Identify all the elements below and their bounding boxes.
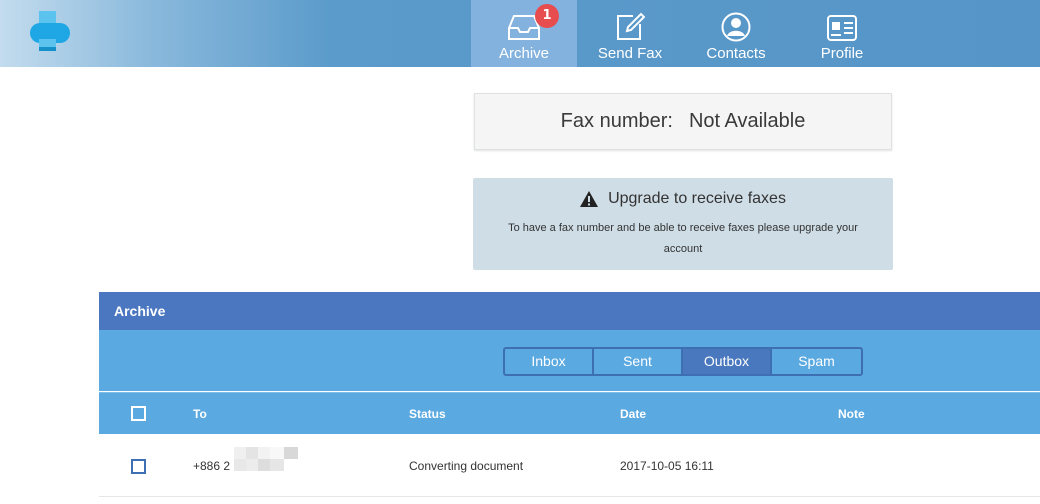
row-select-checkbox[interactable] — [131, 459, 146, 474]
unread-count-badge: 1 — [535, 4, 559, 28]
user-icon — [721, 8, 751, 42]
filter-sent-button[interactable]: Sent — [594, 349, 683, 374]
nav-contacts[interactable]: Contacts — [683, 0, 789, 67]
nav-archive[interactable]: Archive 1 — [471, 0, 577, 67]
id-card-icon — [826, 8, 858, 42]
upgrade-notice: Upgrade to receive faxes To have a fax n… — [473, 178, 893, 270]
column-header-date[interactable]: Date — [620, 393, 646, 435]
fax-number-label: Fax number: — [560, 110, 673, 132]
archive-section-title: Archive — [99, 292, 1040, 330]
folder-filter-group: Inbox Sent Outbox Spam — [503, 347, 863, 376]
filter-outbox-button[interactable]: Outbox — [683, 349, 772, 374]
fax-number-value: Not Available — [688, 110, 806, 132]
redacted-number-block — [234, 436, 302, 498]
fax-number-panel: Fax number: Not Available — [474, 93, 892, 150]
nav-profile-label: Profile — [820, 45, 864, 62]
column-header-to[interactable]: To — [193, 393, 207, 435]
row-recipient-number: +886 2 — [193, 459, 231, 473]
row-status: Converting document — [409, 459, 524, 473]
archive-filter-bar: Inbox Sent Outbox Spam — [99, 330, 1040, 391]
app-logo-icon[interactable] — [28, 11, 74, 57]
warning-icon — [580, 191, 599, 207]
upgrade-description: To have a fax number and be able to rece… — [508, 222, 858, 255]
nav-contacts-label: Contacts — [706, 45, 766, 62]
column-header-status[interactable]: Status — [409, 393, 446, 435]
filter-inbox-button[interactable]: Inbox — [505, 349, 594, 374]
nav-profile[interactable]: Profile — [789, 0, 895, 67]
row-date: 2017-10-05 16:11 — [620, 459, 714, 473]
upgrade-title-row: Upgrade to receive faxes — [473, 188, 893, 210]
nav-send-fax[interactable]: Send Fax — [577, 0, 683, 67]
table-header-row: To Status Date Note — [99, 392, 1040, 434]
upgrade-title: Upgrade to receive faxes — [608, 190, 786, 207]
main-nav: Archive 1 Send Fax Contacts Profile — [471, 0, 895, 67]
top-navigation-bar: Archive 1 Send Fax Contacts Profile — [0, 0, 1040, 67]
filter-spam-button[interactable]: Spam — [772, 349, 861, 374]
nav-send-fax-label: Send Fax — [597, 45, 663, 62]
select-all-checkbox[interactable] — [131, 406, 146, 421]
edit-icon — [615, 8, 645, 42]
row-recipient: +886 2 — [193, 435, 302, 497]
column-header-note[interactable]: Note — [838, 393, 865, 435]
table-row[interactable]: +886 2 Converting document 2017-10-05 16… — [99, 435, 1040, 497]
nav-archive-label: Archive — [498, 45, 550, 62]
